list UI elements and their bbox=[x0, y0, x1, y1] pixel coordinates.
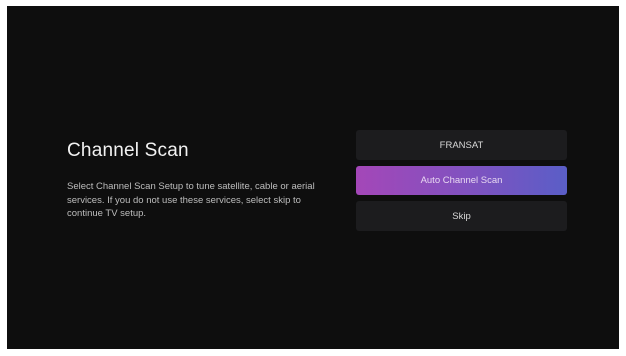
skip-button[interactable]: Skip bbox=[356, 201, 567, 231]
auto-channel-scan-button[interactable]: Auto Channel Scan bbox=[356, 166, 567, 195]
page-title: Channel Scan bbox=[67, 140, 189, 161]
fransat-button[interactable]: FRANSAT bbox=[356, 130, 567, 160]
channel-scan-options: FRANSAT Auto Channel Scan Skip bbox=[356, 130, 567, 237]
page-description: Select Channel Scan Setup to tune satell… bbox=[67, 181, 315, 219]
tv-screen: Channel Scan Select Channel Scan Setup t… bbox=[7, 6, 619, 349]
